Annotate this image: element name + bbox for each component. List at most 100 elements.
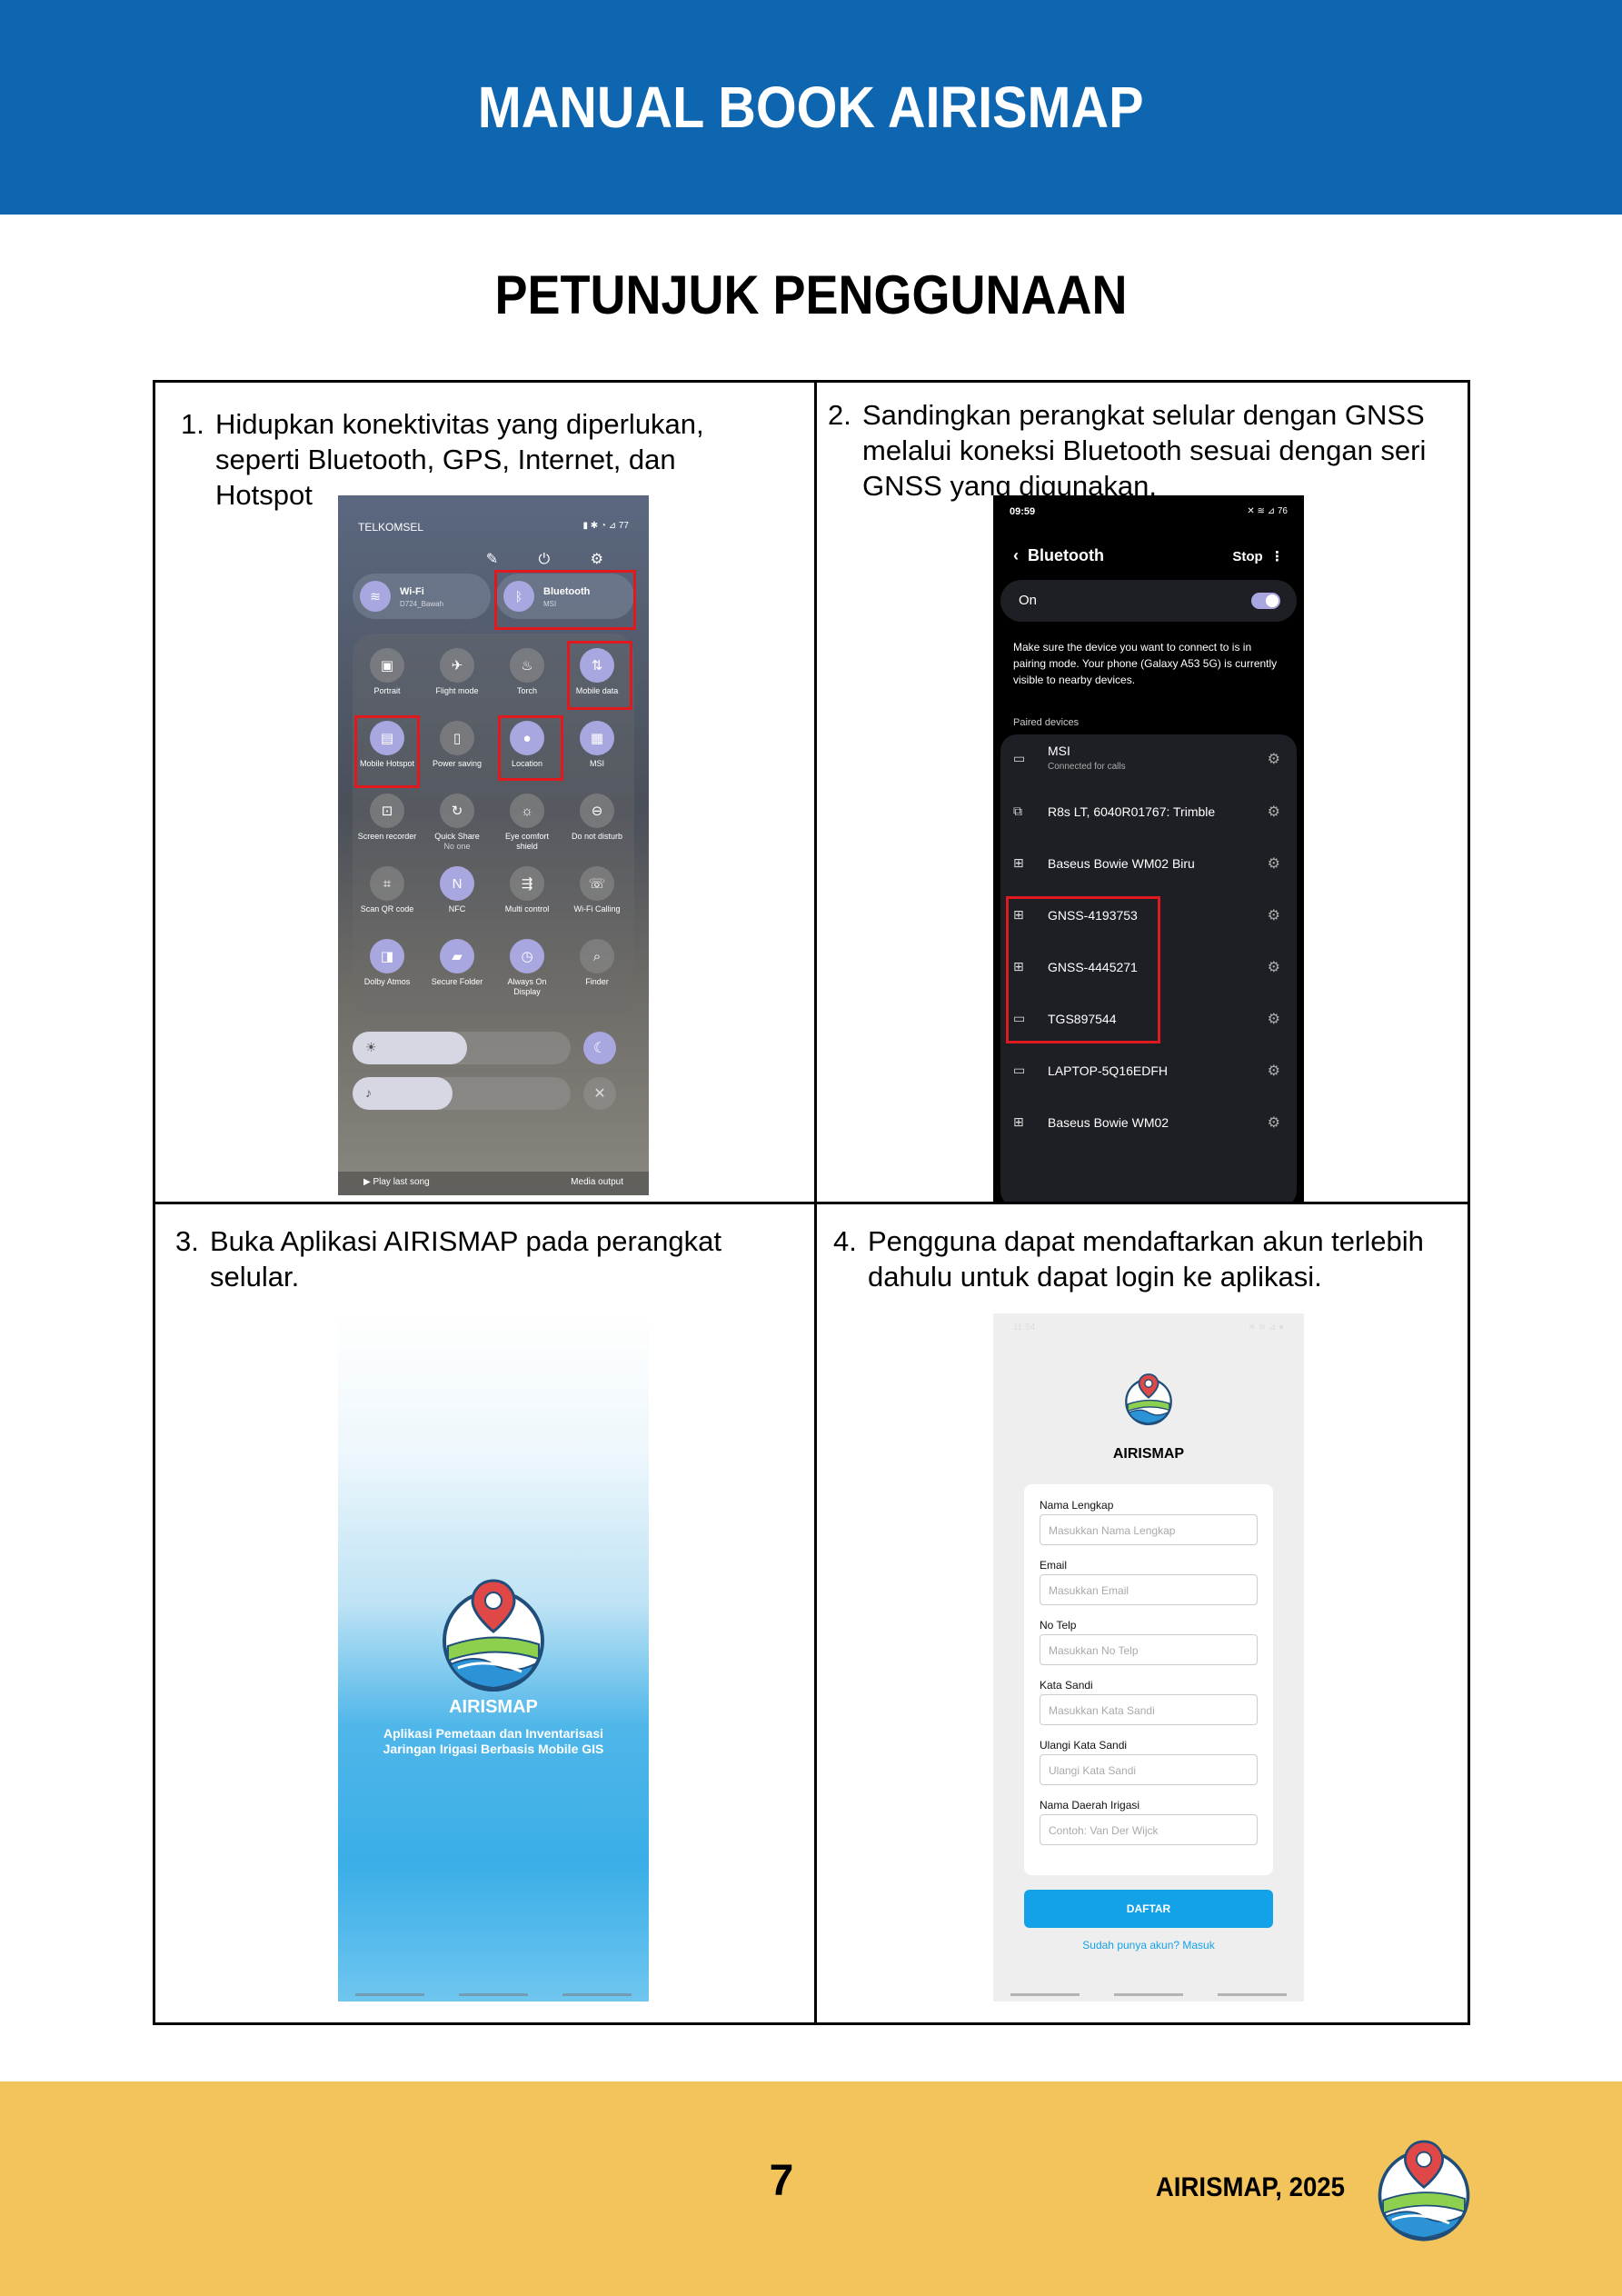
- tile-msi[interactable]: ▦ MSI: [564, 721, 630, 769]
- settings-gear-icon[interactable]: ⚙: [1268, 1062, 1280, 1080]
- tile-label: Portrait: [373, 686, 401, 695]
- status-icons: ✕ ≋ ⊿ 76: [1247, 506, 1288, 516]
- multi-control-icon: ⇶: [510, 866, 544, 901]
- device-row[interactable]: ⊞ Baseus Bowie WM02 ⚙: [1000, 1098, 1297, 1149]
- register-form-screenshot: 11:54 ✕ ≋ ⊿ ● AIRISMAP Nama Lengkap Masuk…: [993, 1313, 1304, 2002]
- tile-multi-control[interactable]: ⇶ Multi control: [494, 866, 560, 914]
- dolby-icon: ◨: [370, 939, 404, 973]
- page-footer: 7 AIRISMAP, 2025: [0, 2081, 1622, 2296]
- device-row[interactable]: ⧉ R8s LT, 6040R01767: Trimble ⚙: [1000, 787, 1297, 838]
- airplane-icon: ✈: [440, 648, 474, 683]
- tile-screen-recorder[interactable]: ⊡ Screen recorder: [354, 794, 420, 842]
- tile-label: Eye comfort shield: [504, 832, 549, 851]
- field-label: No Telp: [1040, 1619, 1077, 1632]
- tile-always-on-display[interactable]: ◷ Always On Display: [494, 939, 560, 997]
- kata-sandi-input[interactable]: Masukkan Kata Sandi: [1040, 1694, 1258, 1725]
- secure-folder-icon: ▰: [440, 939, 474, 973]
- tile-flight-mode[interactable]: ✈ Flight mode: [424, 648, 490, 696]
- tile-torch[interactable]: ♨ Torch: [494, 648, 560, 696]
- settings-gear-icon[interactable]: ⚙: [1268, 803, 1280, 821]
- login-link[interactable]: Sudah punya akun? Masuk: [993, 1939, 1304, 1952]
- settings-gear-icon[interactable]: ⚙: [1268, 958, 1280, 976]
- tile-power-saving[interactable]: ▯ Power saving: [424, 721, 490, 769]
- email-input[interactable]: Masukkan Email: [1040, 1574, 1258, 1605]
- field-kata-sandi: Kata Sandi Masukkan Kata Sandi: [1040, 1679, 1258, 1725]
- section-title: PETUNJUK PENGGUNAAN: [494, 265, 1128, 325]
- settings-gear-icon[interactable]: ⚙: [1268, 750, 1280, 768]
- media-output[interactable]: Media output: [571, 1177, 623, 1190]
- search-icon: ⌕: [580, 939, 614, 973]
- step-4: 4. Pengguna dapat mendaftarkan akun terl…: [833, 1223, 1451, 1294]
- settings-gear-icon[interactable]: ⚙: [1268, 1113, 1280, 1132]
- device-name: Baseus Bowie WM02: [1048, 1115, 1169, 1130]
- highlight-mobile-data: [567, 641, 632, 710]
- bluetooth-toggle[interactable]: [1251, 593, 1280, 609]
- eye-comfort-icon: ☼: [510, 794, 544, 828]
- stop-button[interactable]: Stop ⋮: [1232, 548, 1284, 564]
- bluetooth-title: Bluetooth: [1028, 546, 1104, 564]
- battery-level: 76: [1277, 506, 1288, 516]
- tile-dolby-atmos[interactable]: ◨ Dolby Atmos: [354, 939, 420, 987]
- navigation-bar: [338, 1993, 649, 1996]
- tile-secure-folder[interactable]: ▰ Secure Folder: [424, 939, 490, 987]
- tile-eye-comfort[interactable]: ☼ Eye comfort shield: [494, 794, 560, 852]
- highlight-hotspot: [354, 715, 420, 788]
- tile-finder[interactable]: ⌕ Finder: [564, 939, 630, 987]
- tile-label: Wi-Fi Calling: [573, 904, 621, 913]
- wifi-label: Wi-Fi: [400, 586, 424, 597]
- device-row[interactable]: ▭ MSI Connected for calls ⚙: [1000, 734, 1297, 785]
- settings-gear-icon[interactable]: ⚙: [1268, 906, 1280, 924]
- daftar-button[interactable]: DAFTAR: [1024, 1890, 1273, 1928]
- field-nama-lengkap: Nama Lengkap Masukkan Nama Lengkap: [1040, 1499, 1258, 1545]
- nama-daerah-irigasi-input[interactable]: Contoh: Van Der Wijck: [1040, 1814, 1258, 1845]
- tile-wifi-calling[interactable]: ☏ Wi-Fi Calling: [564, 866, 630, 914]
- nama-lengkap-input[interactable]: Masukkan Nama Lengkap: [1040, 1514, 1258, 1545]
- screen-recorder-icon: ⊡: [370, 794, 404, 828]
- field-ulangi-kata-sandi: Ulangi Kata Sandi Ulangi Kata Sandi: [1040, 1739, 1258, 1785]
- tile-portrait[interactable]: ▣ Portrait: [354, 648, 420, 696]
- no-telp-input[interactable]: Masukkan No Telp: [1040, 1634, 1258, 1665]
- device-row[interactable]: ▭ LAPTOP-5Q16EDFH ⚙: [1000, 1046, 1297, 1097]
- back-icon[interactable]: ‹: [1013, 546, 1019, 564]
- tile-do-not-disturb[interactable]: ⊖ Do not disturb: [564, 794, 630, 842]
- mute-icon[interactable]: ✕: [583, 1077, 616, 1110]
- ulangi-kata-sandi-input[interactable]: Ulangi Kata Sandi: [1040, 1754, 1258, 1785]
- sun-icon: ☀: [365, 1040, 377, 1054]
- tile-scan-qr[interactable]: ⌗ Scan QR code: [354, 866, 420, 914]
- step-number: 4.: [833, 1225, 857, 1257]
- status-icons: ▮ ✱ ◔ ⊿ 77: [582, 521, 629, 531]
- device-row[interactable]: ⊞ Baseus Bowie WM02 Biru ⚙: [1000, 839, 1297, 890]
- settings-gear-icon[interactable]: ⚙: [1268, 854, 1280, 873]
- brightness-slider[interactable]: ☀: [353, 1032, 571, 1064]
- dark-mode-icon[interactable]: ☾: [583, 1032, 616, 1064]
- status-time: 09:59: [1010, 506, 1036, 517]
- laptop-icon: ▭: [1013, 751, 1026, 765]
- nfc-icon: N: [440, 866, 474, 901]
- settings-gear-icon[interactable]: ⚙: [1268, 1010, 1280, 1028]
- field-label: Nama Daerah Irigasi: [1040, 1799, 1140, 1812]
- step-number: 3.: [175, 1225, 199, 1257]
- device-name: MSI: [1048, 744, 1070, 758]
- status-time: 11:54: [1013, 1323, 1036, 1333]
- highlight-bluetooth: [494, 570, 636, 630]
- volume-slider[interactable]: ♪: [353, 1077, 571, 1110]
- register-form-card: Nama Lengkap Masukkan Nama Lengkap Email M…: [1024, 1484, 1273, 1875]
- navigation-bar: [993, 1993, 1304, 1996]
- instruction-grid: 1. Hidupkan konektivitas yang diperlukan…: [153, 380, 1470, 2025]
- tile-label: Power saving: [432, 759, 483, 768]
- wifi-toggle[interactable]: ≋ Wi-Fi D724_Bawah: [353, 574, 491, 619]
- bluetooth-switch-row[interactable]: On: [1000, 580, 1297, 622]
- step-number: 1.: [181, 408, 204, 440]
- tile-nfc[interactable]: N NFC: [424, 866, 490, 914]
- tile-label: Torch: [516, 686, 537, 695]
- tile-quick-share[interactable]: ↻ Quick Share No one: [424, 794, 490, 852]
- quick-settings-screenshot: TELKOMSEL ▮ ✱ ◔ ⊿ 77 ✎ ⏻ ⚙ ≋ Wi-Fi D724_…: [338, 495, 649, 1195]
- more-icon[interactable]: ⋮: [1270, 549, 1284, 564]
- manual-title: MANUAL BOOK AIRISMAP: [478, 75, 1144, 140]
- status-icons: ✕ ≋ ⊿ ●: [1248, 1323, 1284, 1333]
- tile-label: MSI: [589, 759, 604, 768]
- paired-devices-label: Paired devices: [1013, 717, 1080, 728]
- play-last-song[interactable]: ▶ Play last song: [363, 1177, 430, 1190]
- dnd-icon: ⊖: [580, 794, 614, 828]
- footer-brand: AIRISMAP, 2025: [1155, 2172, 1345, 2202]
